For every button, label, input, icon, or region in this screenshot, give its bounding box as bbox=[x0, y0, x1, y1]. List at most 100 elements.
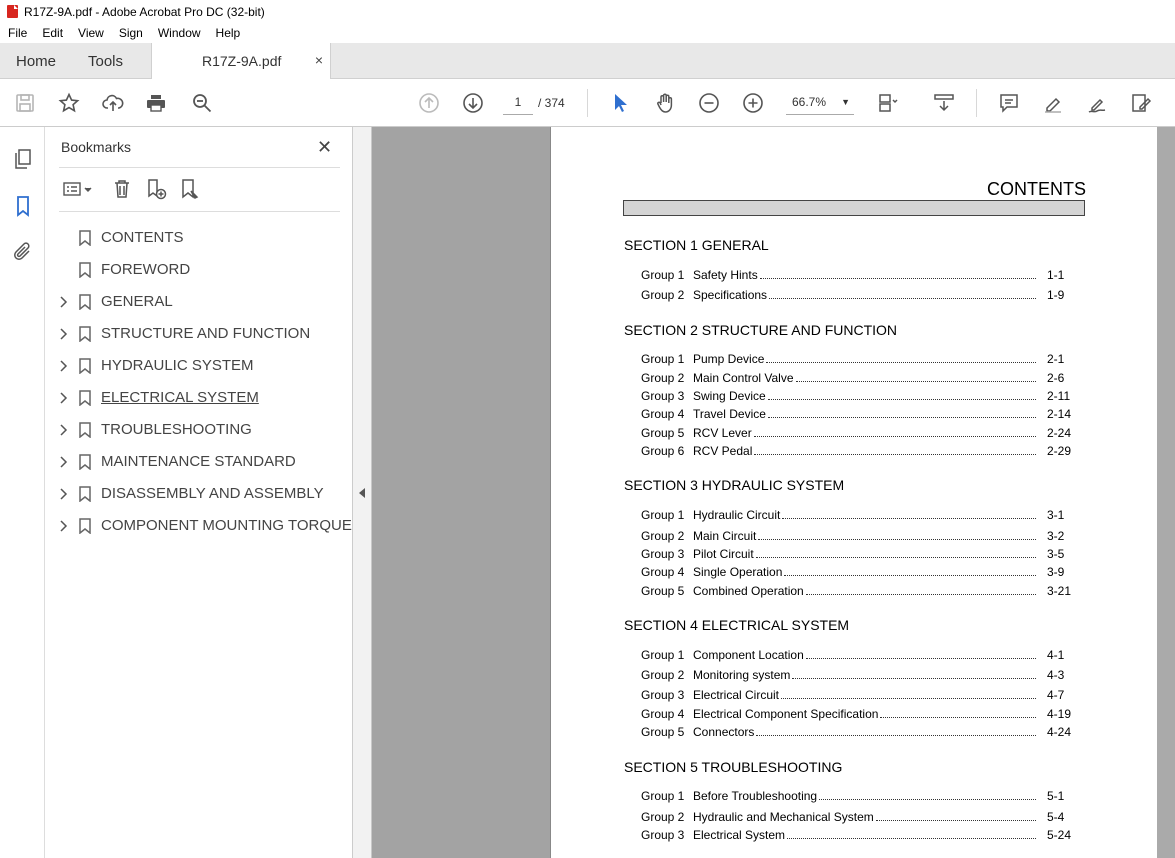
toc-page: 2-24 bbox=[1047, 426, 1072, 440]
comment-icon[interactable] bbox=[997, 91, 1021, 115]
toc-entry[interactable]: Group 3 Pilot Circuit 3-5 bbox=[641, 547, 1069, 561]
menu-view[interactable]: View bbox=[70, 26, 111, 40]
bookmark-icon bbox=[79, 230, 91, 246]
toc-entry[interactable]: Group 2 Monitoring system 4-3 bbox=[641, 668, 1069, 682]
toc-entry[interactable]: Group 5 Connectors 4-24 bbox=[641, 725, 1071, 739]
chevron-right-icon[interactable] bbox=[58, 360, 68, 372]
highlight-pen-icon[interactable] bbox=[1041, 91, 1065, 115]
hand-tool-icon[interactable] bbox=[653, 91, 677, 115]
print-icon[interactable] bbox=[144, 91, 168, 115]
menu-file[interactable]: File bbox=[0, 26, 34, 40]
vertical-scrollbar[interactable] bbox=[1157, 127, 1175, 858]
edit-pdf-icon[interactable] bbox=[1129, 91, 1153, 115]
scroll-mode-icon[interactable] bbox=[932, 91, 956, 115]
chevron-right-icon[interactable] bbox=[58, 488, 68, 500]
close-icon[interactable]: ✕ bbox=[317, 137, 332, 158]
bookmark-icon bbox=[79, 262, 91, 278]
leader-dots bbox=[805, 658, 1036, 659]
toc-entry[interactable]: Group 1 Safety Hints 1-1 bbox=[641, 268, 1069, 282]
section-heading: SECTION 5 TROUBLESHOOTING bbox=[624, 759, 843, 775]
zoom-level-select[interactable]: 66.7% ▼ bbox=[786, 91, 854, 115]
bookmark-icon bbox=[79, 518, 91, 534]
chevron-right-icon[interactable] bbox=[58, 520, 68, 532]
toc-group: Group 4 bbox=[641, 407, 685, 421]
sign-icon[interactable] bbox=[1085, 91, 1109, 115]
tab-document[interactable]: R17Z-9A.pdf × bbox=[151, 43, 331, 80]
save-icon[interactable] bbox=[13, 91, 37, 115]
bookmark-item-troubleshooting[interactable]: TROUBLESHOOTING bbox=[45, 414, 353, 446]
bookmark-item-hydraulic-system[interactable]: HYDRAULIC SYSTEM bbox=[45, 350, 353, 382]
select-cursor-icon[interactable] bbox=[608, 91, 632, 115]
panel-collapse-handle[interactable] bbox=[353, 127, 372, 858]
zoom-out-icon[interactable] bbox=[697, 91, 721, 115]
bookmark-item-general[interactable]: GENERAL bbox=[45, 286, 353, 318]
leader-dots bbox=[792, 678, 1036, 679]
toc-entry[interactable]: Group 3 Electrical Circuit 4-7 bbox=[641, 688, 1069, 702]
toc-page: 5-24 bbox=[1047, 828, 1072, 842]
tab-home[interactable]: Home bbox=[16, 53, 56, 70]
bookmark-item-component-mounting-torque[interactable]: COMPONENT MOUNTING TORQUE bbox=[45, 510, 353, 542]
toc-entry[interactable]: Group 4 Single Operation 3-9 bbox=[641, 565, 1069, 579]
bookmark-options-icon[interactable] bbox=[61, 177, 95, 201]
page-title: CONTENTS bbox=[987, 179, 1086, 199]
toc-entry[interactable]: Group 1 Component Location 4-1 bbox=[641, 648, 1069, 662]
chevron-right-icon[interactable] bbox=[58, 424, 68, 436]
bookmark-panel-icon[interactable] bbox=[11, 194, 35, 218]
toc-entry[interactable]: Group 1 Pump Device 2-1 bbox=[641, 352, 1069, 366]
attachment-icon[interactable] bbox=[11, 240, 35, 264]
toc-page: 4-7 bbox=[1047, 688, 1065, 702]
next-page-icon[interactable] bbox=[461, 91, 485, 115]
bookmark-item-contents[interactable]: CONTENTS bbox=[45, 222, 353, 254]
divider bbox=[59, 167, 340, 168]
star-icon[interactable] bbox=[57, 91, 81, 115]
toc-entry[interactable]: Group 4 Electrical Component Specificatio… bbox=[641, 707, 1071, 721]
page-layout-icon[interactable] bbox=[876, 91, 900, 115]
menu-help[interactable]: Help bbox=[208, 26, 248, 40]
toc-entry[interactable]: Group 2 Main Control Valve 2-6 bbox=[641, 371, 1069, 385]
chevron-right-icon[interactable] bbox=[58, 392, 68, 404]
toc-title: Swing Device bbox=[693, 389, 766, 403]
prev-page-icon[interactable] bbox=[417, 91, 441, 115]
bookmark-label: HYDRAULIC SYSTEM bbox=[101, 357, 254, 374]
bookmark-item-maintenance-standard[interactable]: MAINTENANCE STANDARD bbox=[45, 446, 353, 478]
tab-tools[interactable]: Tools bbox=[88, 53, 123, 70]
menu-edit[interactable]: Edit bbox=[34, 26, 70, 40]
bookmark-item-structure-and-function[interactable]: STRUCTURE AND FUNCTION bbox=[45, 318, 353, 350]
chevron-right-icon[interactable] bbox=[58, 328, 68, 340]
leader-dots bbox=[805, 594, 1036, 595]
toc-entry[interactable]: Group 3 Electrical System 5-24 bbox=[641, 828, 1072, 842]
cloud-upload-icon[interactable] bbox=[101, 91, 125, 115]
zoom-in-icon[interactable] bbox=[741, 91, 765, 115]
toc-entry[interactable]: Group 3 Swing Device 2-11 bbox=[641, 389, 1070, 403]
toc-group: Group 6 bbox=[641, 444, 685, 458]
delete-bookmark-icon[interactable] bbox=[110, 177, 134, 201]
chevron-right-icon[interactable] bbox=[58, 296, 68, 308]
toc-page: 5-1 bbox=[1047, 789, 1065, 803]
leader-dots bbox=[875, 820, 1036, 821]
bookmark-item-electrical-system[interactable]: ELECTRICAL SYSTEM bbox=[45, 382, 353, 414]
leader-dots bbox=[754, 454, 1036, 455]
page-number-input[interactable]: 1 bbox=[503, 91, 533, 115]
bookmark-item-foreword[interactable]: FOREWORD bbox=[45, 254, 353, 286]
toc-entry[interactable]: Group 4 Travel Device 2-14 bbox=[641, 407, 1071, 421]
toc-entry[interactable]: Group 1 Before Troubleshooting 5-1 bbox=[641, 789, 1069, 803]
chevron-right-icon[interactable] bbox=[58, 456, 68, 468]
new-bookmark-icon[interactable] bbox=[144, 177, 168, 201]
find-zoom-icon[interactable] bbox=[190, 91, 214, 115]
toc-title: Single Operation bbox=[693, 565, 783, 579]
menu-window[interactable]: Window bbox=[150, 26, 208, 40]
toc-entry[interactable]: Group 5 Combined Operation 3-21 bbox=[641, 584, 1071, 598]
tab-close-icon[interactable]: × bbox=[315, 52, 323, 68]
toc-entry[interactable]: Group 6 RCV Pedal 2-29 bbox=[641, 444, 1071, 458]
toc-entry[interactable]: Group 2 Hydraulic and Mechanical System 5-… bbox=[641, 810, 1069, 824]
toc-entry[interactable]: Group 5 RCV Lever 2-24 bbox=[641, 426, 1072, 440]
menu-sign[interactable]: Sign bbox=[111, 26, 150, 40]
toc-entry[interactable]: Group 1 Hydraulic Circuit 3-1 bbox=[641, 508, 1069, 522]
page-thumbnails-icon[interactable] bbox=[11, 147, 35, 171]
chevron-down-icon: ▼ bbox=[841, 97, 850, 107]
bookmark-search-icon[interactable] bbox=[178, 177, 202, 201]
toc-entry[interactable]: Group 2 Main Circuit 3-2 bbox=[641, 529, 1069, 543]
bookmark-item-disassembly-and-assembly[interactable]: DISASSEMBLY AND ASSEMBLY bbox=[45, 478, 353, 510]
toc-entry[interactable]: Group 2 Specifications 1-9 bbox=[641, 288, 1069, 302]
toolbar-divider bbox=[976, 89, 977, 117]
